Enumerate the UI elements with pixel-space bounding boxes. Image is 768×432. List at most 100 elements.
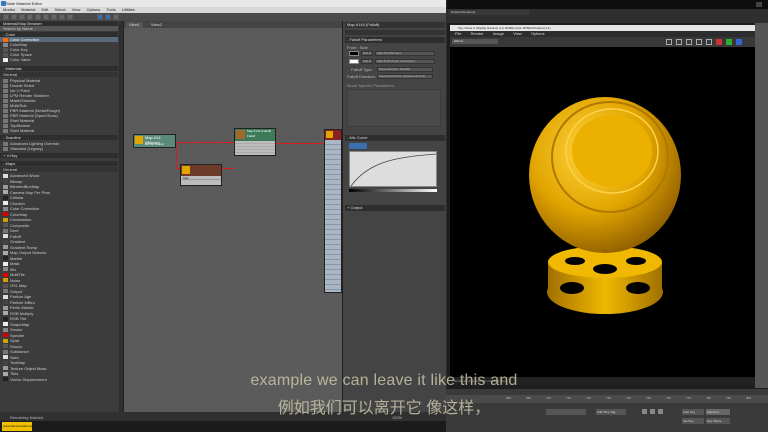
list-item[interactable]: Texture Object Mask xyxy=(0,366,118,371)
menu-utilities[interactable]: Utilities xyxy=(122,7,135,12)
fb-menu-image[interactable]: Image xyxy=(493,31,504,36)
node-slot[interactable]: Map xyxy=(181,176,221,180)
browser-search-input[interactable]: Search by Name ... xyxy=(0,26,118,31)
browser-section-vray[interactable]: + V-Ray xyxy=(0,153,118,158)
list-item[interactable]: Particle MBlur xyxy=(0,300,118,305)
menu-edit[interactable]: Edit xyxy=(42,7,49,12)
list-item[interactable]: Substance xyxy=(0,349,118,354)
list-item[interactable]: Color Correction xyxy=(0,206,118,211)
rendered-image[interactable] xyxy=(450,47,755,377)
pick-material-icon[interactable] xyxy=(11,14,17,20)
browser-subsection-general[interactable]: General xyxy=(0,72,118,77)
list-item[interactable]: Camera Map Per Pixel xyxy=(0,190,118,195)
fb-menu-file[interactable]: File xyxy=(455,31,461,36)
tab-view2[interactable]: View2 xyxy=(148,22,165,28)
set-key-button[interactable]: Set Key xyxy=(682,418,704,424)
fb-menu-render[interactable]: Render xyxy=(471,31,484,36)
menu-options[interactable]: Options xyxy=(87,7,101,12)
menu-tools[interactable]: Tools xyxy=(106,7,115,12)
print-icon[interactable] xyxy=(696,39,702,45)
node-falloff[interactable]: Map #144 (Falloff) Falloff xyxy=(234,128,276,156)
node-slot[interactable] xyxy=(325,285,341,290)
browser-item-color-value[interactable]: Color Value xyxy=(0,57,118,62)
mix-curve-graph[interactable] xyxy=(349,151,437,187)
side-map-button[interactable]: Map #140 (Color Correction) xyxy=(375,59,435,64)
list-item[interactable]: Stucco xyxy=(0,344,118,349)
list-item[interactable]: TextMap xyxy=(0,360,118,365)
fb-menu-options[interactable]: Options xyxy=(531,31,545,36)
blue-channel-icon[interactable] xyxy=(736,39,742,45)
green-channel-icon[interactable] xyxy=(726,39,732,45)
list-item[interactable]: Shell Material xyxy=(0,128,118,133)
list-item[interactable]: Map Output Selector xyxy=(0,250,118,255)
browser-section-materials[interactable]: - Materials xyxy=(0,66,118,71)
browser-subsection-general[interactable]: General xyxy=(0,167,118,172)
list-item[interactable]: Mask xyxy=(0,261,118,266)
clone-window-icon[interactable] xyxy=(686,39,692,45)
list-item[interactable]: MultiTile xyxy=(0,272,118,277)
key-filters-button[interactable]: Key Filters... xyxy=(706,418,730,424)
put-to-scene-icon[interactable] xyxy=(19,14,25,20)
front-color-swatch[interactable] xyxy=(349,51,359,56)
list-item[interactable]: ShapeMap xyxy=(0,322,118,327)
list-item[interactable]: Cellular xyxy=(0,195,118,200)
front-amount-spinner[interactable]: 100.0 xyxy=(361,51,373,56)
side-color-swatch[interactable] xyxy=(349,59,359,64)
browser-scrollbar[interactable] xyxy=(119,21,123,412)
fb-menu-view[interactable]: View xyxy=(513,31,522,36)
list-item[interactable]: Standard (Legacy) xyxy=(0,146,118,151)
front-map-button[interactable]: Map #14 (Bitmap) xyxy=(375,51,435,56)
delete-icon[interactable] xyxy=(35,14,41,20)
menu-select[interactable]: Select xyxy=(55,7,66,12)
falloff-type-dropdown[interactable]: Perpendicular / Parallel xyxy=(377,67,433,72)
list-item[interactable]: RGB Multiply xyxy=(0,311,118,316)
clear-icon[interactable] xyxy=(706,39,712,45)
layout-children-icon[interactable] xyxy=(105,14,111,20)
tab-view1[interactable]: View1 xyxy=(126,22,143,28)
menu-modes[interactable]: Modes xyxy=(3,7,15,12)
layout-all-icon[interactable] xyxy=(97,14,103,20)
list-item[interactable]: Marble xyxy=(0,256,118,261)
browser-section-scanline[interactable]: - Scanline xyxy=(0,135,118,140)
panel-header-mix-curve[interactable]: - Mix Curve xyxy=(345,135,445,141)
browser-section-maps[interactable]: - Maps xyxy=(0,161,118,166)
red-channel-icon[interactable] xyxy=(716,39,722,45)
move-children-icon[interactable] xyxy=(43,14,49,20)
node-view-canvas[interactable] xyxy=(124,21,342,412)
node-slot[interactable] xyxy=(235,150,275,153)
assign-material-icon[interactable] xyxy=(27,14,33,20)
list-item[interactable]: Combustion xyxy=(0,217,118,222)
node-bitmap[interactable]: Map #14 (Bitmap) Bitmap Loader xyxy=(133,134,176,148)
list-item[interactable]: RGB Tint xyxy=(0,316,118,321)
show-background-icon[interactable] xyxy=(67,14,73,20)
list-item[interactable]: Mix xyxy=(0,267,118,272)
render-preset-dropdown[interactable]: Effects xyxy=(452,39,498,44)
list-item[interactable]: Checker xyxy=(0,201,118,206)
node-material[interactable] xyxy=(324,129,342,293)
select-tool-icon[interactable] xyxy=(3,14,9,20)
list-item[interactable]: Gradient Ramp xyxy=(0,245,118,250)
panel-header-output[interactable]: + Output xyxy=(345,205,445,211)
list-item[interactable]: Noise xyxy=(0,278,118,283)
menu-view[interactable]: View xyxy=(72,7,81,12)
material-id-icon[interactable] xyxy=(113,14,119,20)
list-item[interactable]: Gradient xyxy=(0,239,118,244)
list-item[interactable]: OSL Map xyxy=(0,283,118,288)
falloff-direction-dropdown[interactable]: Viewing Direction (Camera Z-Axis) xyxy=(377,74,433,79)
list-item[interactable]: Perlin Marble xyxy=(0,305,118,310)
list-item[interactable]: Splat xyxy=(0,338,118,343)
side-amount-spinner[interactable]: 100.0 xyxy=(361,59,373,64)
rendering-tab[interactable]: Default Rendering xyxy=(449,10,529,15)
save-image-icon[interactable] xyxy=(666,39,672,45)
list-item[interactable]: Output xyxy=(0,289,118,294)
list-item[interactable]: Composite xyxy=(0,223,118,228)
list-item[interactable]: Speckle xyxy=(0,333,118,338)
menu-material[interactable]: Material xyxy=(21,7,35,12)
list-item[interactable]: Dent xyxy=(0,228,118,233)
inspector-name-field[interactable] xyxy=(345,30,445,35)
copy-image-icon[interactable] xyxy=(676,39,682,45)
curve-tools[interactable] xyxy=(349,143,367,149)
panel-header-falloff[interactable]: - Falloff Parameters xyxy=(345,37,445,43)
list-item[interactable]: BlendedBoxMap xyxy=(0,184,118,189)
tray-icon[interactable] xyxy=(756,2,762,7)
